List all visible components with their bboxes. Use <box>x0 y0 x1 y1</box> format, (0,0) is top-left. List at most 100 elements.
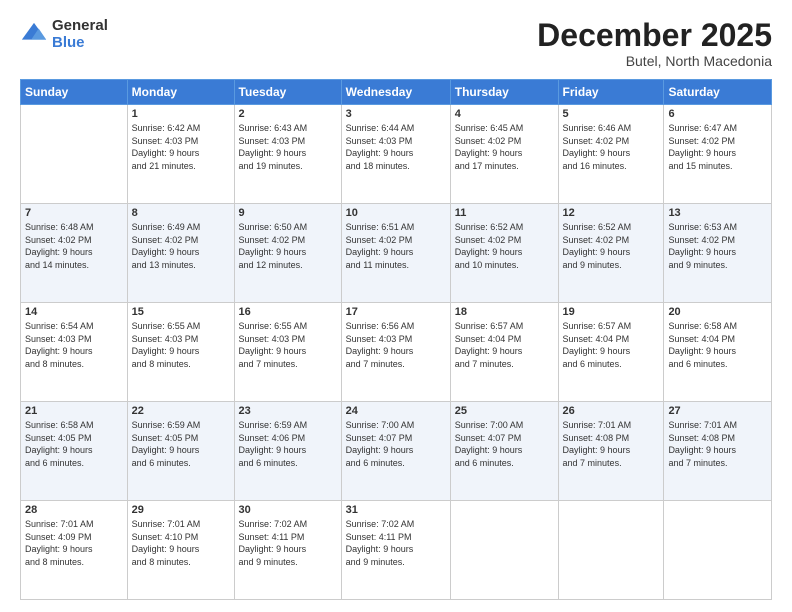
calendar-cell: 30 Sunrise: 7:02 AM Sunset: 4:11 PM Dayli… <box>234 501 341 600</box>
day-info: Sunrise: 6:57 AM Sunset: 4:04 PM Dayligh… <box>455 320 554 370</box>
day-info: Sunrise: 6:56 AM Sunset: 4:03 PM Dayligh… <box>346 320 446 370</box>
day-number: 23 <box>239 405 337 417</box>
calendar-week-row: 1Sunrise: 6:42 AM Sunset: 4:03 PM Daylig… <box>21 105 772 204</box>
day-info: Sunrise: 6:45 AM Sunset: 4:02 PM Dayligh… <box>455 122 554 172</box>
day-info: Sunrise: 6:52 AM Sunset: 4:02 PM Dayligh… <box>455 221 554 271</box>
day-header-thursday: Thursday <box>450 80 558 105</box>
calendar-cell: 21 Sunrise: 6:58 AM Sunset: 4:05 PM Dayli… <box>21 402 128 501</box>
calendar-cell: 5 Sunrise: 6:46 AM Sunset: 4:02 PM Daylig… <box>558 105 664 204</box>
calendar-cell: 13 Sunrise: 6:53 AM Sunset: 4:02 PM Dayli… <box>664 204 772 303</box>
calendar-cell: 3 Sunrise: 6:44 AM Sunset: 4:03 PM Daylig… <box>341 105 450 204</box>
day-number: 17 <box>346 306 446 318</box>
calendar-week-row: 7 Sunrise: 6:48 AM Sunset: 4:02 PM Daylig… <box>21 204 772 303</box>
day-info: Sunrise: 7:01 AM Sunset: 4:08 PM Dayligh… <box>668 419 767 469</box>
day-number: 10 <box>346 207 446 219</box>
day-number: 22 <box>132 405 230 417</box>
day-info: Sunrise: 6:57 AM Sunset: 4:04 PM Dayligh… <box>563 320 660 370</box>
logo-blue-text: Blue <box>52 35 108 52</box>
day-number: 7 <box>25 207 123 219</box>
calendar-table: SundayMondayTuesdayWednesdayThursdayFrid… <box>20 79 772 600</box>
day-header-wednesday: Wednesday <box>341 80 450 105</box>
day-info: Sunrise: 6:53 AM Sunset: 4:02 PM Dayligh… <box>668 221 767 271</box>
calendar-cell: 1Sunrise: 6:42 AM Sunset: 4:03 PM Daylig… <box>127 105 234 204</box>
day-number: 31 <box>346 504 446 516</box>
day-info: Sunrise: 7:01 AM Sunset: 4:09 PM Dayligh… <box>25 518 123 568</box>
day-number: 30 <box>239 504 337 516</box>
day-info: Sunrise: 6:55 AM Sunset: 4:03 PM Dayligh… <box>239 320 337 370</box>
day-number: 6 <box>668 108 767 120</box>
calendar-cell: 20 Sunrise: 6:58 AM Sunset: 4:04 PM Dayli… <box>664 303 772 402</box>
day-info: Sunrise: 6:55 AM Sunset: 4:03 PM Dayligh… <box>132 320 230 370</box>
logo: General Blue <box>20 18 108 51</box>
calendar-cell: 31Sunrise: 7:02 AM Sunset: 4:11 PM Dayli… <box>341 501 450 600</box>
calendar-cell: 2 Sunrise: 6:43 AM Sunset: 4:03 PM Daylig… <box>234 105 341 204</box>
calendar-cell <box>450 501 558 600</box>
calendar-cell <box>558 501 664 600</box>
day-info: Sunrise: 7:02 AM Sunset: 4:11 PM Dayligh… <box>239 518 337 568</box>
calendar-cell: 10 Sunrise: 6:51 AM Sunset: 4:02 PM Dayli… <box>341 204 450 303</box>
location-subtitle: Butel, North Macedonia <box>537 53 772 69</box>
day-number: 16 <box>239 306 337 318</box>
calendar-cell: 9Sunrise: 6:50 AM Sunset: 4:02 PM Daylig… <box>234 204 341 303</box>
day-number: 5 <box>563 108 660 120</box>
calendar-cell: 16 Sunrise: 6:55 AM Sunset: 4:03 PM Dayli… <box>234 303 341 402</box>
calendar-cell <box>21 105 128 204</box>
calendar-cell: 19 Sunrise: 6:57 AM Sunset: 4:04 PM Dayli… <box>558 303 664 402</box>
day-info: Sunrise: 6:44 AM Sunset: 4:03 PM Dayligh… <box>346 122 446 172</box>
day-header-sunday: Sunday <box>21 80 128 105</box>
day-number: 21 <box>25 405 123 417</box>
day-number: 14 <box>25 306 123 318</box>
day-header-saturday: Saturday <box>664 80 772 105</box>
day-number: 27 <box>668 405 767 417</box>
calendar-cell: 28 Sunrise: 7:01 AM Sunset: 4:09 PM Dayli… <box>21 501 128 600</box>
day-info: Sunrise: 7:00 AM Sunset: 4:07 PM Dayligh… <box>346 419 446 469</box>
calendar-cell: 25Sunrise: 7:00 AM Sunset: 4:07 PM Dayli… <box>450 402 558 501</box>
day-header-monday: Monday <box>127 80 234 105</box>
day-number: 13 <box>668 207 767 219</box>
title-block: December 2025 Butel, North Macedonia <box>537 18 772 69</box>
day-number: 24 <box>346 405 446 417</box>
day-info: Sunrise: 6:43 AM Sunset: 4:03 PM Dayligh… <box>239 122 337 172</box>
day-info: Sunrise: 6:58 AM Sunset: 4:04 PM Dayligh… <box>668 320 767 370</box>
day-number: 2 <box>239 108 337 120</box>
calendar-cell: 22 Sunrise: 6:59 AM Sunset: 4:05 PM Dayli… <box>127 402 234 501</box>
day-number: 20 <box>668 306 767 318</box>
page-header: General Blue December 2025 Butel, North … <box>20 18 772 69</box>
day-number: 15 <box>132 306 230 318</box>
calendar-cell <box>664 501 772 600</box>
calendar-cell: 24 Sunrise: 7:00 AM Sunset: 4:07 PM Dayli… <box>341 402 450 501</box>
calendar-header-row: SundayMondayTuesdayWednesdayThursdayFrid… <box>21 80 772 105</box>
calendar-week-row: 21 Sunrise: 6:58 AM Sunset: 4:05 PM Dayli… <box>21 402 772 501</box>
day-info: Sunrise: 6:48 AM Sunset: 4:02 PM Dayligh… <box>25 221 123 271</box>
day-number: 3 <box>346 108 446 120</box>
day-info: Sunrise: 6:59 AM Sunset: 4:06 PM Dayligh… <box>239 419 337 469</box>
calendar-cell: 15 Sunrise: 6:55 AM Sunset: 4:03 PM Dayli… <box>127 303 234 402</box>
calendar-cell: 26Sunrise: 7:01 AM Sunset: 4:08 PM Dayli… <box>558 402 664 501</box>
day-info: Sunrise: 6:46 AM Sunset: 4:02 PM Dayligh… <box>563 122 660 172</box>
day-info: Sunrise: 7:01 AM Sunset: 4:10 PM Dayligh… <box>132 518 230 568</box>
day-number: 8 <box>132 207 230 219</box>
day-info: Sunrise: 6:51 AM Sunset: 4:02 PM Dayligh… <box>346 221 446 271</box>
calendar-cell: 17 Sunrise: 6:56 AM Sunset: 4:03 PM Dayli… <box>341 303 450 402</box>
day-number: 18 <box>455 306 554 318</box>
calendar-week-row: 14 Sunrise: 6:54 AM Sunset: 4:03 PM Dayli… <box>21 303 772 402</box>
day-number: 12 <box>563 207 660 219</box>
day-header-friday: Friday <box>558 80 664 105</box>
day-number: 25 <box>455 405 554 417</box>
day-info: Sunrise: 6:59 AM Sunset: 4:05 PM Dayligh… <box>132 419 230 469</box>
calendar-cell: 18 Sunrise: 6:57 AM Sunset: 4:04 PM Dayli… <box>450 303 558 402</box>
calendar-cell: 4Sunrise: 6:45 AM Sunset: 4:02 PM Daylig… <box>450 105 558 204</box>
day-number: 9 <box>239 207 337 219</box>
day-number: 19 <box>563 306 660 318</box>
day-info: Sunrise: 6:54 AM Sunset: 4:03 PM Dayligh… <box>25 320 123 370</box>
day-number: 28 <box>25 504 123 516</box>
day-number: 29 <box>132 504 230 516</box>
day-number: 11 <box>455 207 554 219</box>
logo-general-text: General <box>52 18 108 35</box>
logo-icon <box>20 21 48 49</box>
calendar-cell: 14 Sunrise: 6:54 AM Sunset: 4:03 PM Dayli… <box>21 303 128 402</box>
calendar-cell: 23 Sunrise: 6:59 AM Sunset: 4:06 PM Dayli… <box>234 402 341 501</box>
day-info: Sunrise: 6:49 AM Sunset: 4:02 PM Dayligh… <box>132 221 230 271</box>
calendar-week-row: 28 Sunrise: 7:01 AM Sunset: 4:09 PM Dayli… <box>21 501 772 600</box>
day-info: Sunrise: 6:58 AM Sunset: 4:05 PM Dayligh… <box>25 419 123 469</box>
